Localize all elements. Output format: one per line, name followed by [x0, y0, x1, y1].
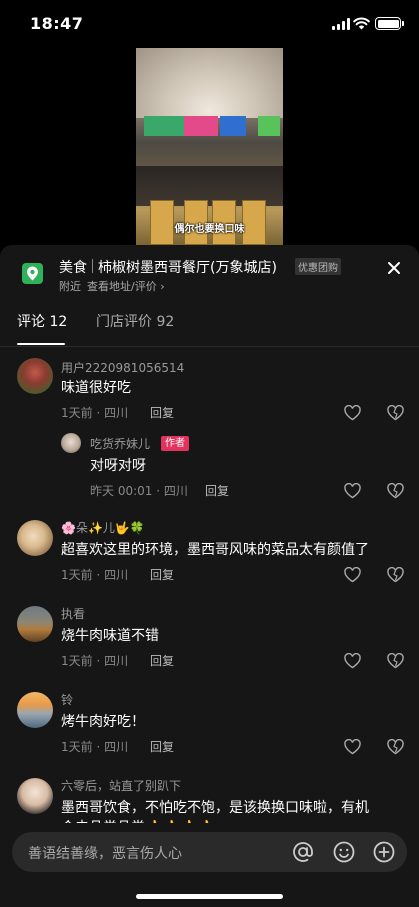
like-icon[interactable]	[344, 567, 361, 583]
dislike-icon[interactable]	[387, 739, 404, 755]
comment-username[interactable]: 铃	[61, 691, 73, 708]
avatar[interactable]	[61, 433, 81, 453]
like-icon[interactable]	[344, 405, 361, 421]
comment-meta: 1天前 · 四川	[61, 568, 129, 582]
reply-button[interactable]: 回复	[150, 652, 174, 669]
dislike-icon[interactable]	[387, 483, 404, 499]
tab-comments[interactable]: 评论 12	[17, 311, 67, 331]
video-caption: 偶尔也要换口味	[174, 224, 245, 235]
like-icon[interactable]	[344, 653, 361, 669]
comment-meta: 1天前 · 四川	[61, 740, 129, 754]
divider	[92, 259, 93, 273]
comments-sheet: 美食 柿椒树墨西哥餐厅(万象城店) 优惠团购 附近 查看地址/评价 › 评论 12…	[0, 245, 419, 907]
avatar[interactable]	[17, 358, 53, 394]
dislike-icon[interactable]	[387, 653, 404, 669]
comment-input-placeholder[interactable]: 善语结善缘，恶言伤人心	[28, 843, 182, 863]
at-mention-icon[interactable]	[291, 840, 315, 864]
comment-username[interactable]: 用户2220981056514	[61, 359, 184, 376]
shop-category: 美食	[59, 260, 87, 276]
comment-meta: 1天前 · 四川	[61, 654, 129, 668]
reply-text: 对呀对呀	[90, 458, 146, 474]
deal-tag: 优惠团购	[295, 258, 341, 275]
avatar[interactable]	[17, 606, 53, 642]
shop-name[interactable]: 柿椒树墨西哥餐厅(万象城店)	[98, 257, 277, 277]
battery-icon	[375, 17, 404, 30]
avatar[interactable]	[17, 520, 53, 556]
add-icon[interactable]	[372, 840, 396, 864]
video-thumbnail[interactable]: 偶尔也要换口味	[136, 48, 283, 245]
wifi-icon	[353, 17, 370, 30]
comment-username[interactable]: 执看	[61, 605, 85, 622]
list-item: 用户2220981056514 味道很好吃 1天前 · 四川 回复 吃货乔妹儿 …	[0, 355, 419, 505]
tab-store-reviews[interactable]: 门店评价 92	[96, 311, 174, 331]
avatar[interactable]	[17, 692, 53, 728]
avatar[interactable]	[17, 778, 53, 814]
comment-input[interactable]: 善语结善缘，恶言伤人心	[12, 832, 407, 872]
tab-active-indicator	[17, 343, 65, 345]
reply-username[interactable]: 吃货乔妹儿	[90, 435, 150, 452]
list-item: 🌸朵✨儿🤟🍀 超喜欢这里的环境，墨西哥风味的菜品太有颜值了 1天前 · 四川 回…	[0, 517, 419, 591]
reply-button[interactable]: 回复	[150, 738, 174, 755]
location-pin-icon	[22, 263, 43, 284]
comment-text: 墨西哥饮食，不怕吃不饱，是该换换口味啦，有机	[61, 800, 369, 816]
close-icon[interactable]	[383, 257, 405, 279]
status-time: 18:47	[30, 14, 84, 33]
comment-meta: 1天前 · 四川	[61, 406, 129, 420]
like-icon[interactable]	[344, 483, 361, 499]
dislike-icon[interactable]	[387, 567, 404, 583]
comment-username[interactable]: 六零后，站直了别趴下	[61, 777, 181, 794]
dislike-icon[interactable]	[387, 405, 404, 421]
comment-username[interactable]: 🌸朵✨儿🤟🍀	[61, 519, 145, 536]
author-badge: 作者	[161, 436, 189, 451]
cellular-signal-icon	[332, 18, 350, 30]
address-review-link[interactable]: 查看地址/评价 ›	[87, 280, 165, 293]
reply-button[interactable]: 回复	[150, 404, 174, 421]
emoji-icon[interactable]	[332, 840, 356, 864]
comment-text: 味道很好吃	[61, 380, 131, 396]
comment-text: 烤牛肉好吃！	[61, 714, 145, 730]
comment-text: 超喜欢这里的环境，墨西哥风味的菜品太有颜值了	[61, 542, 369, 558]
comment-input-area: 善语结善缘，恶言伤人心	[0, 823, 419, 907]
list-item: 执看 烧牛肉味道不错 1天前 · 四川 回复	[0, 603, 419, 677]
shop-header[interactable]: 美食 柿椒树墨西哥餐厅(万象城店) 优惠团购 附近 查看地址/评价 ›	[0, 245, 419, 303]
status-bar: 18:47	[0, 0, 419, 48]
comment-text: 烧牛肉味道不错	[61, 628, 159, 644]
reply-button[interactable]: 回复	[205, 482, 229, 499]
list-item: 铃 烤牛肉好吃！ 1天前 · 四川 回复	[0, 689, 419, 763]
like-icon[interactable]	[344, 739, 361, 755]
reply-button[interactable]: 回复	[150, 566, 174, 583]
home-indicator[interactable]	[136, 894, 283, 899]
shop-distance: 附近	[59, 280, 81, 293]
tab-bar: 评论 12 门店评价 92	[0, 303, 419, 347]
reply-meta: 昨天 00:01 · 四川	[90, 484, 188, 498]
